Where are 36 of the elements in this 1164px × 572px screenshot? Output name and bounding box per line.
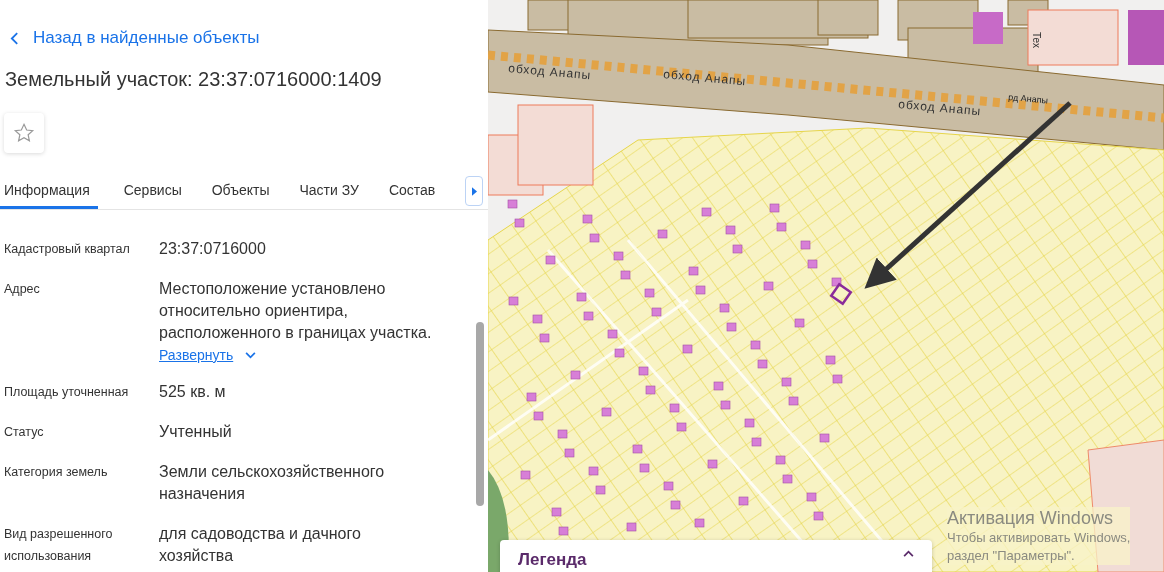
field-value: 525 кв. м (159, 382, 227, 402)
map-label: обход Анапы (662, 67, 747, 89)
activation-text: Чтобы активировать Windows, раздел "Параметры". (947, 529, 1131, 565)
field-label: Статус (3, 424, 45, 441)
map-label: Тех (1031, 32, 1042, 48)
field-value: Земли сельскохозяйственного назначения (159, 462, 386, 504)
field-label: Площадь уточненная (3, 384, 130, 401)
field-label: Адрес (3, 281, 41, 298)
field-value: Местоположение установлено относительно ориентира, расположенного в границах участка. (159, 279, 433, 343)
field-value: Учтенный (159, 422, 233, 442)
tab[interactable]: Информация (0, 173, 98, 209)
field-value: для садоводства и дачного хозяйства (159, 524, 362, 566)
expand-link[interactable]: Развернуть (159, 347, 234, 363)
back-chevron-icon (10, 31, 19, 45)
tab[interactable]: Сервисы (123, 173, 182, 209)
back-link[interactable]: Назад в найденные объекты (10, 28, 260, 48)
chevron-down-icon[interactable] (245, 351, 257, 359)
tab[interactable]: Состав (388, 173, 436, 209)
field-label: Категория земель (3, 464, 109, 481)
right-triangle-icon (471, 186, 477, 196)
tab[interactable]: Части ЗУ (299, 173, 359, 209)
highlighted-parcel[interactable] (829, 282, 853, 306)
tabs-scroll-button[interactable] (465, 176, 483, 206)
map-label: обход Анапы (507, 61, 592, 83)
map-label: обход Анапы (897, 97, 982, 119)
favorite-button[interactable] (4, 113, 44, 153)
field-label: Кадастровый квартал (3, 241, 131, 258)
page-title: Земельный участок: 23:37:0716000:1409 (5, 68, 383, 91)
chevron-up-icon[interactable] (903, 550, 914, 557)
field-label: Вид разрешенного использования (3, 526, 114, 565)
activation-title: Активация Windows (947, 507, 1114, 529)
field-value: 23:37:0716000 (159, 239, 267, 259)
tab[interactable]: Объекты (211, 173, 270, 209)
legend-panel[interactable]: Легенда (500, 540, 932, 572)
legend-title: Легенда (518, 550, 587, 570)
map-label: рд Анапы (1007, 92, 1049, 106)
